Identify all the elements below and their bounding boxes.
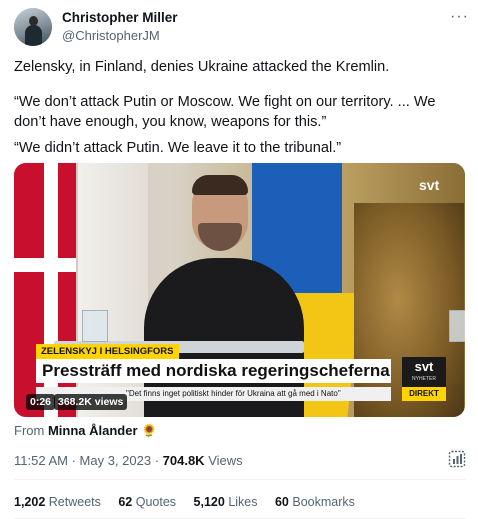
divider: [14, 479, 466, 480]
retweets-stat[interactable]: 1,202 Retweets: [14, 495, 101, 509]
author-handle[interactable]: @ChristopherJM: [62, 28, 160, 43]
more-icon[interactable]: ···: [450, 8, 469, 26]
attribution-source-link[interactable]: Minna Ålander 🌻: [48, 423, 157, 438]
author-name[interactable]: Christopher Miller: [62, 10, 178, 25]
tweet-metadata: 11:52 AM · May 3, 2023 · 704.8K Views: [14, 453, 243, 468]
analytics-icon[interactable]: [448, 450, 466, 468]
views-count: 704.8K: [162, 453, 205, 468]
tweet-date[interactable]: May 3, 2023: [80, 453, 152, 468]
lower-third-kicker: ZELENSKYJ I HELSINGFORS: [36, 344, 179, 359]
video-duration: 0:26: [26, 394, 56, 410]
live-badge: DIREKT: [402, 387, 446, 401]
engagement-stats: 1,202 Retweets 62 Quotes 5,120 Likes 60 …: [14, 495, 369, 509]
quotes-stat[interactable]: 62 Quotes: [118, 495, 176, 509]
svt-nyheter-logo: svt NYHETER: [402, 357, 446, 387]
tweet-text-line-1: Zelensky, in Finland, denies Ukraine att…: [14, 59, 390, 75]
video-views: 368.2K views: [54, 394, 128, 410]
tweet-text-line-2: “We don’t attack Putin or Moscow. We fig…: [14, 94, 436, 130]
views-label: Views: [208, 453, 243, 468]
likes-stat[interactable]: 5,120 Likes: [194, 495, 258, 509]
water-glass: [449, 310, 465, 342]
tweet: Christopher Miller @ChristopherJM ··· Ze…: [0, 0, 478, 519]
bookmarks-stat[interactable]: 60 Bookmarks: [275, 495, 355, 509]
tweet-time[interactable]: 11:52 AM: [14, 453, 68, 468]
tweet-text-line-3: “We didn’t attack Putin. We leave it to …: [14, 140, 342, 156]
attribution: From Minna Ålander 🌻: [14, 423, 158, 438]
water-glass: [82, 310, 108, 342]
video-player[interactable]: svt ZELENSKYJ I HELSINGFORS Pressträff m…: [14, 163, 465, 417]
avatar[interactable]: [14, 8, 52, 46]
svt-logo: svt: [419, 177, 440, 193]
lower-third-headline: Pressträff med nordiska regeringschefern…: [36, 359, 391, 383]
